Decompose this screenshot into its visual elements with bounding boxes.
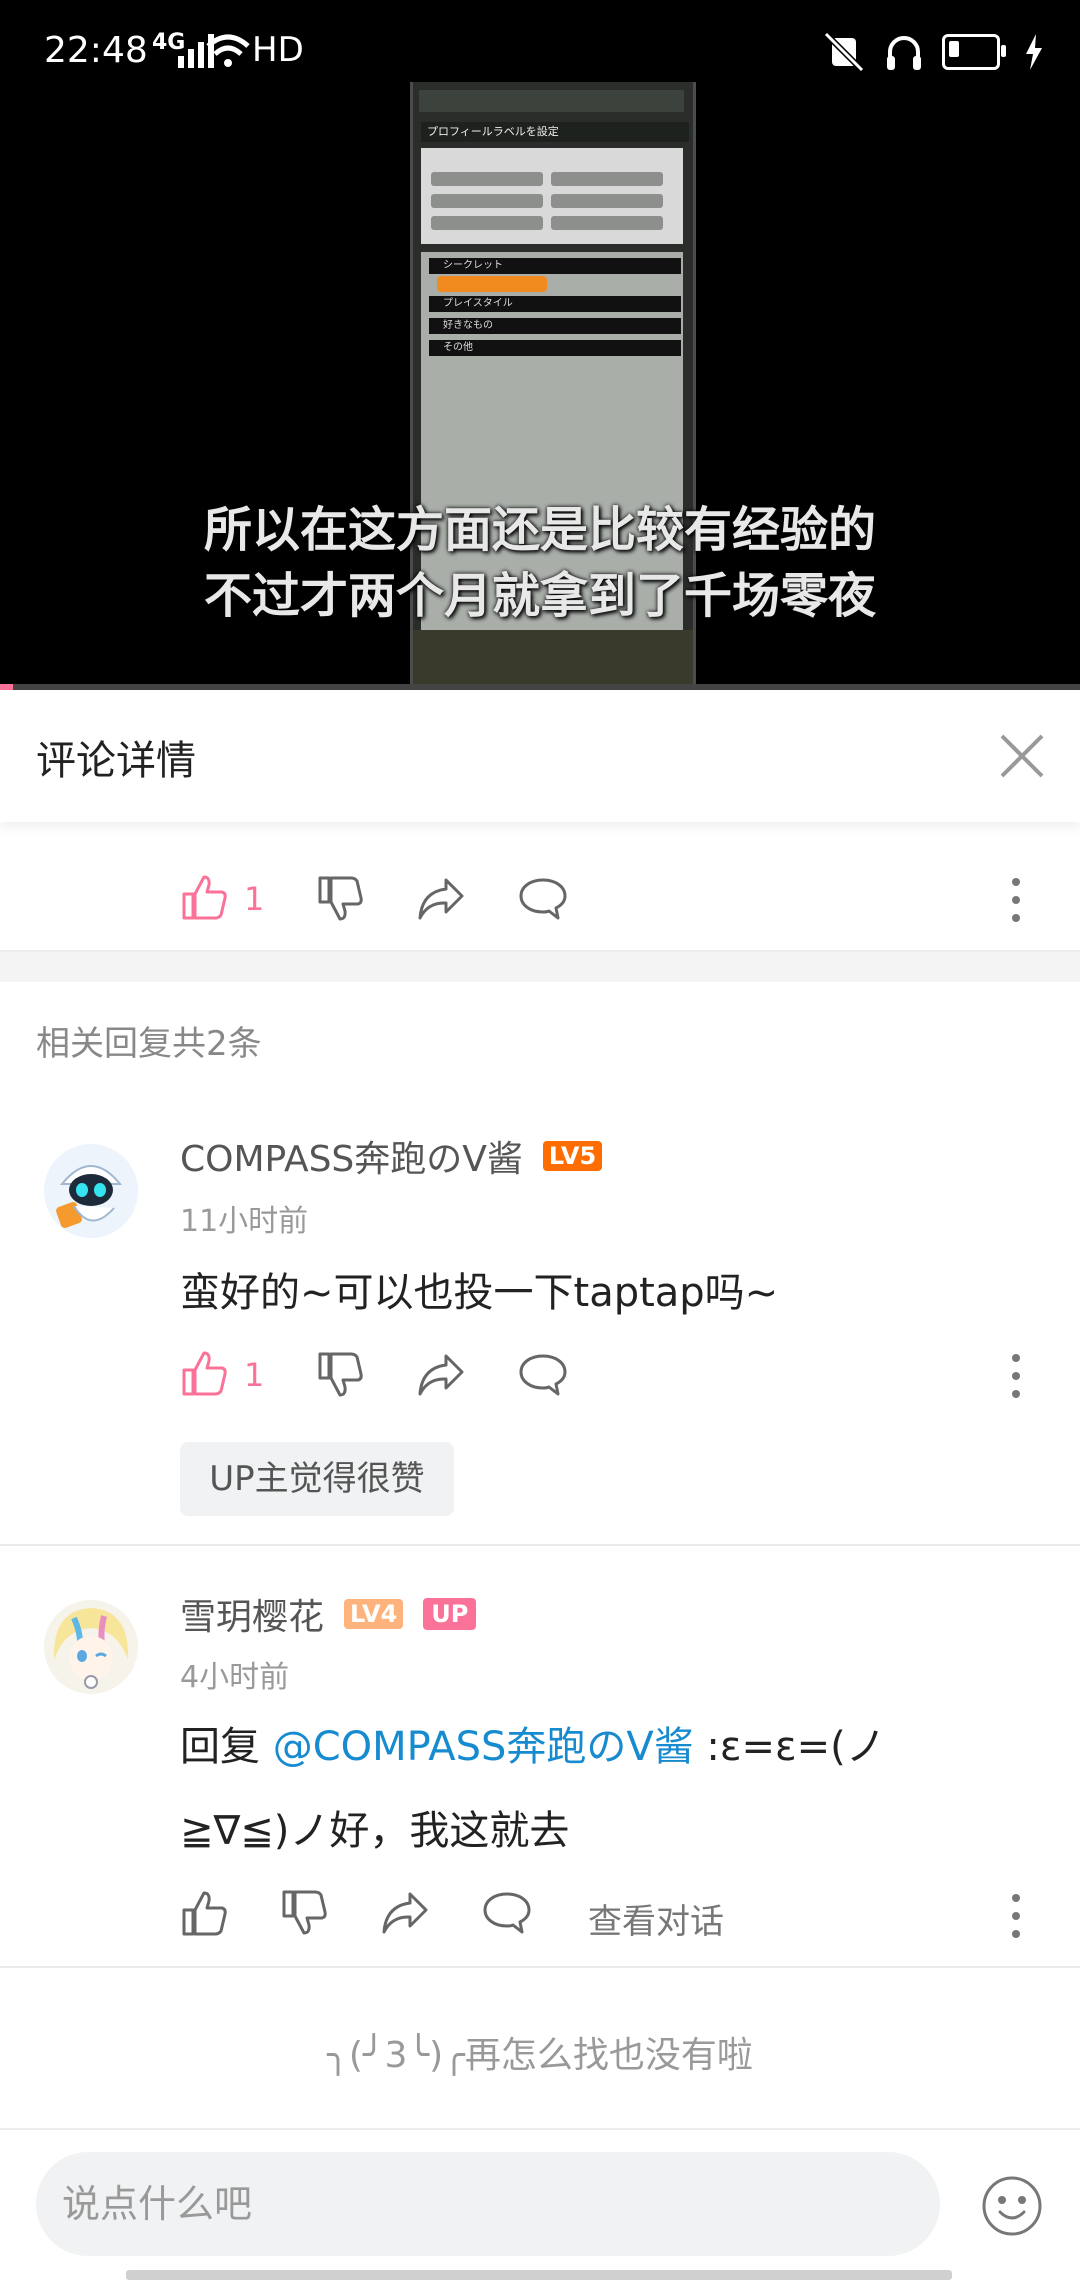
page-title: 评论详情 (36, 738, 196, 784)
close-icon[interactable] (998, 732, 1046, 780)
avatar[interactable] (44, 1144, 138, 1238)
subtitle-line-2: 不过才两个月就拿到了千场零夜 (203, 568, 876, 624)
reply-prefix: 回复 (180, 1724, 273, 1770)
dislike-icon[interactable] (316, 874, 366, 924)
share-icon[interactable] (416, 874, 466, 924)
game-row: シークレット (429, 258, 681, 274)
up-liked-badge: UP主觉得很赞 (180, 1442, 454, 1516)
more-options-icon[interactable] (1010, 876, 1022, 924)
more-options-icon[interactable] (1010, 1892, 1022, 1940)
more-options-icon[interactable] (1010, 1352, 1022, 1400)
reply-1-header: COMPASS奔跑のV酱 LV5 (180, 1130, 603, 1182)
replies-count-label: 相关回复共2条 (36, 1024, 262, 1064)
game-panel (421, 148, 683, 244)
username[interactable]: 雪玥樱花 (180, 1588, 324, 1640)
headphones-icon (887, 36, 921, 70)
comment-input-bar: 说点什么吧 (0, 2128, 1080, 2282)
like-count: 1 (244, 880, 265, 918)
reply-text-rest: :ε=ε=(ノ (693, 1724, 886, 1770)
like-icon[interactable] (180, 872, 230, 922)
reply-icon[interactable] (482, 1888, 532, 1938)
comment-detail-header: 评论详情 (0, 690, 1080, 822)
bottom-keyboard-hint (126, 2270, 952, 2280)
game-top-bar (419, 90, 684, 112)
video-player[interactable]: 22:48 4G HD プロフィールラベルを設定 シークレット プレイスタイル … (0, 0, 1080, 690)
share-icon[interactable] (416, 1350, 466, 1400)
like-icon[interactable] (180, 1348, 230, 1398)
reply-2-actions: 查看对话 (180, 1884, 1060, 1944)
dislike-icon[interactable] (280, 1888, 330, 1938)
reply-time: 11小时前 (180, 1204, 309, 1239)
divider (0, 1966, 1080, 1968)
reply-text[interactable]: 蛮好的~可以也投一下taptap吗~ (180, 1260, 778, 1318)
mention-link[interactable]: @COMPASS奔跑のV酱 (273, 1724, 694, 1770)
game-row: その他 (429, 340, 681, 356)
up-badge: UP (423, 1598, 477, 1630)
emoji-icon[interactable] (980, 2174, 1044, 2238)
like-icon[interactable] (180, 1888, 230, 1938)
reply-1-actions: 1 (180, 1346, 1060, 1406)
avatar-image (44, 1144, 138, 1238)
game-row: 好きなもの (429, 318, 681, 334)
comment-input[interactable]: 说点什么吧 (36, 2152, 940, 2256)
game-bottom-bar (413, 630, 693, 690)
like-count: 1 (244, 1356, 265, 1394)
share-icon[interactable] (380, 1888, 430, 1938)
reply-text-line-1[interactable]: 回复 @COMPASS奔跑のV酱 :ε=ε=(ノ (180, 1714, 886, 1772)
charging-icon (1026, 34, 1042, 70)
avatar-image (44, 1600, 138, 1694)
wifi-icon (206, 34, 250, 67)
subtitle-line-1: 所以在这方面还是比较有经验的 (203, 502, 876, 558)
reply-icon[interactable] (518, 1350, 568, 1400)
mute-vibrate-icon (823, 32, 865, 72)
level-badge: LV4 (344, 1599, 404, 1629)
status-right-group (822, 30, 1044, 74)
end-of-list-message: ╮(╯3╰)╭再怎么找也没有啦 (327, 2035, 753, 2076)
level-badge: LV5 (542, 1141, 603, 1171)
divider (0, 1544, 1080, 1546)
reply-2-header: 雪玥樱花 LV4 UP (180, 1588, 477, 1640)
hd-indicator: HD (252, 30, 304, 70)
reply-icon[interactable] (518, 874, 568, 924)
dislike-icon[interactable] (316, 1350, 366, 1400)
game-orange-chip (437, 276, 547, 292)
game-title: プロフィールラベルを設定 (421, 122, 689, 142)
reply-text-line-2[interactable]: ≧∇≦)ノ好，我这就去 (180, 1798, 569, 1856)
game-row: プレイスタイル (429, 296, 681, 312)
view-conversation-link[interactable]: 查看对话 (588, 1894, 724, 1943)
avatar[interactable] (44, 1600, 138, 1694)
root-comment-actions: 1 (180, 870, 1060, 930)
battery-icon (942, 34, 1006, 70)
status-time: 22:48 (44, 30, 148, 71)
reply-time: 4小时前 (180, 1660, 290, 1695)
section-separator (0, 950, 1080, 982)
username[interactable]: COMPASS奔跑のV酱 (180, 1130, 523, 1182)
